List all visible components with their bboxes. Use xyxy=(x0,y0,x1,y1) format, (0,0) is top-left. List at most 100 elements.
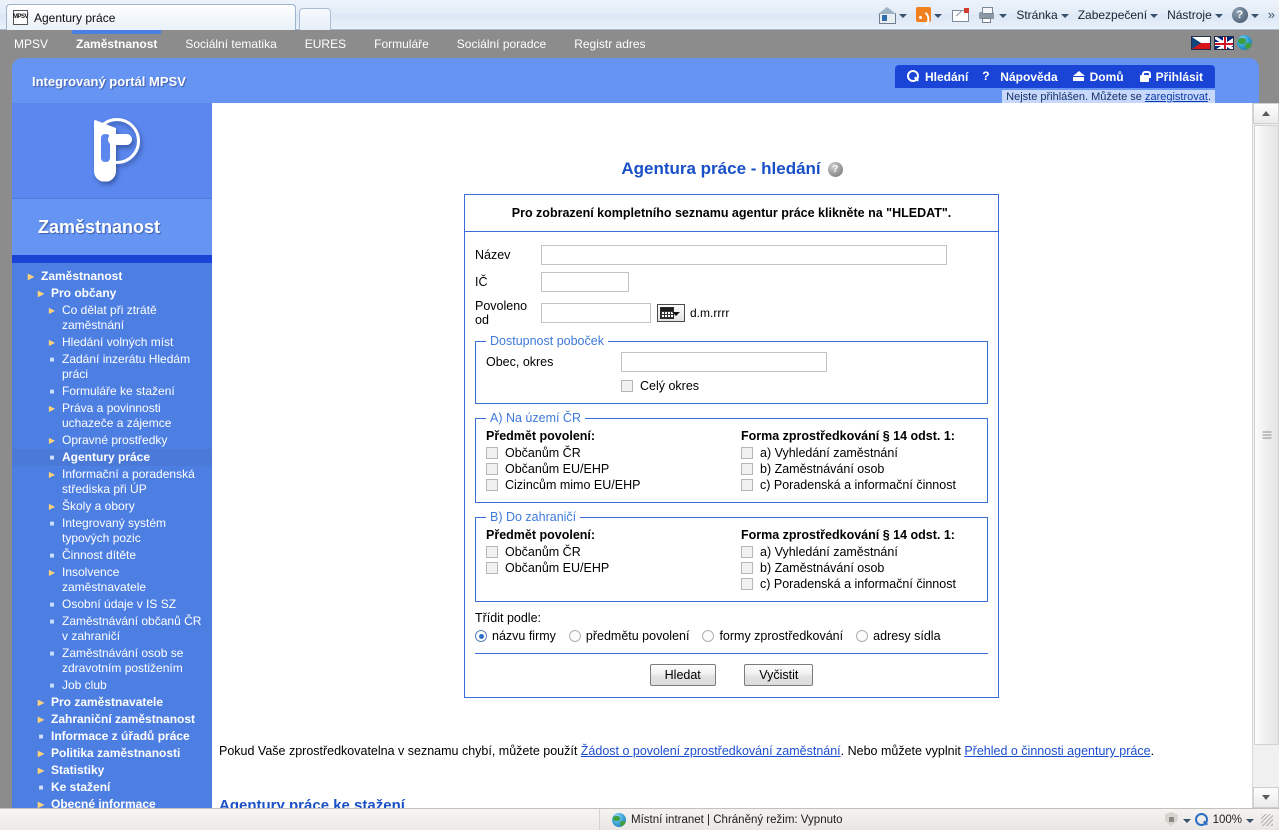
sidebar-item-23[interactable]: ■ Ke stažení xyxy=(12,779,212,796)
header-link-2[interactable]: Domů xyxy=(1072,70,1124,84)
chevron-down-icon[interactable] xyxy=(1182,818,1191,823)
nav-tab-2[interactable]: Sociální tematika xyxy=(171,30,290,58)
vertical-scrollbar[interactable] xyxy=(1252,103,1279,808)
section-a-form-checkbox-0[interactable] xyxy=(741,447,753,459)
section-a-subject-row-2[interactable]: Cizincům mimo EU/EHP xyxy=(486,478,741,492)
sidebar-item-7[interactable]: ▶ Opravné prostředky xyxy=(12,432,212,449)
calendar-picker-button[interactable] xyxy=(657,304,685,322)
section-b-form-row-1[interactable]: b) Zaměstnávání osob xyxy=(741,561,979,575)
security-menu[interactable]: Zabezpečení xyxy=(1074,4,1162,26)
sidebar-item-9[interactable]: ▶ Informační a poradenská střediska při Ú… xyxy=(12,466,212,498)
chevron-down-icon[interactable] xyxy=(1060,13,1069,18)
nav-tab-1[interactable]: Zaměstnanost xyxy=(62,30,171,58)
section-a-subject-row-0[interactable]: Občanům ČR xyxy=(486,446,741,460)
section-a-form-checkbox-1[interactable] xyxy=(741,463,753,475)
privacy-shield-icon[interactable] xyxy=(1164,812,1179,827)
mail-button[interactable] xyxy=(947,4,973,26)
section-a-subject-checkbox-2[interactable] xyxy=(486,479,498,491)
obec-input[interactable] xyxy=(621,352,827,372)
chevron-down-icon[interactable] xyxy=(1246,818,1254,823)
sidebar-item-13[interactable]: ▶ Insolvence zaměstnavatele xyxy=(12,564,212,596)
sort-option-0[interactable]: názvu firmy xyxy=(475,629,556,643)
header-link-1[interactable]: ? Nápověda xyxy=(982,70,1057,84)
security-zone[interactable]: Místní intranet | Chráněný režim: Vypnut… xyxy=(600,812,1164,827)
section-b-form-row-0[interactable]: a) Vyhledání zaměstnání xyxy=(741,545,979,559)
ic-input[interactable] xyxy=(541,272,629,292)
sidebar-item-0[interactable]: ▶ Zaměstnanost xyxy=(12,268,212,285)
feeds-button[interactable] xyxy=(912,4,946,26)
sidebar-item-8[interactable]: ■ Agentury práce xyxy=(12,449,212,466)
flag-cz-icon[interactable] xyxy=(1191,35,1211,50)
header-link-3[interactable]: Přihlásit xyxy=(1138,70,1203,84)
sidebar-item-18[interactable]: ▶ Pro zaměstnavatele xyxy=(12,694,212,711)
section-a-subject-row-1[interactable]: Občanům EU/EHP xyxy=(486,462,741,476)
flag-uk-icon[interactable] xyxy=(1214,35,1234,50)
scroll-up-button[interactable] xyxy=(1253,103,1279,124)
section-b-form-checkbox-2[interactable] xyxy=(741,578,753,590)
page-menu[interactable]: Stránka xyxy=(1012,4,1072,26)
header-link-0[interactable]: Hledání xyxy=(906,70,968,84)
nav-tab-4[interactable]: Formuláře xyxy=(360,30,443,58)
sidebar-item-16[interactable]: ■ Zaměstnávání osob se zdravotním postiže… xyxy=(12,645,212,677)
register-link[interactable]: zaregistrovat xyxy=(1145,91,1208,103)
sort-option-2[interactable]: formy zprostředkování xyxy=(702,629,843,643)
chevron-down-icon[interactable] xyxy=(999,13,1008,18)
scroll-down-button[interactable] xyxy=(1253,787,1279,808)
nav-tab-0[interactable]: MPSV xyxy=(0,30,62,58)
sidebar-item-10[interactable]: ▶ Školy a obory xyxy=(12,498,212,515)
new-tab-button[interactable] xyxy=(299,8,331,30)
sidebar-item-17[interactable]: ■ Job club xyxy=(12,677,212,694)
section-b-subject-checkbox-0[interactable] xyxy=(486,546,498,558)
sidebar-item-21[interactable]: ▶ Politika zaměstnanosti xyxy=(12,745,212,762)
sort-radio-0[interactable] xyxy=(475,630,487,642)
section-b-subject-checkbox-1[interactable] xyxy=(486,562,498,574)
nav-tab-3[interactable]: EURES xyxy=(291,30,360,58)
help-icon[interactable]: ? xyxy=(827,161,843,177)
clear-button[interactable]: Vyčistit xyxy=(744,664,814,686)
sidebar-item-3[interactable]: ▶ Hledání volných míst xyxy=(12,334,212,351)
chevron-down-icon[interactable] xyxy=(899,13,908,18)
nav-tab-5[interactable]: Sociální poradce xyxy=(443,30,560,58)
section-a-form-checkbox-2[interactable] xyxy=(741,479,753,491)
chevron-down-icon[interactable] xyxy=(934,13,943,18)
sidebar-item-22[interactable]: ▶ Statistiky xyxy=(12,762,212,779)
sort-option-3[interactable]: adresy sídla xyxy=(856,629,941,643)
sidebar-item-19[interactable]: ▶ Zahraniční zaměstnanost xyxy=(12,711,212,728)
sidebar-item-15[interactable]: ■ Zaměstnávání občanů ČR v zahraničí xyxy=(12,613,212,645)
sidebar-item-11[interactable]: ■ Integrovaný systém typových pozic xyxy=(12,515,212,547)
sidebar-item-2[interactable]: ▶ Co dělat při ztrátě zaměstnání xyxy=(12,302,212,334)
sidebar-item-14[interactable]: ■ Osobní údaje v IS SZ xyxy=(12,596,212,613)
sidebar-item-12[interactable]: ■ Činnost dítěte xyxy=(12,547,212,564)
section-b-form-checkbox-1[interactable] xyxy=(741,562,753,574)
browser-tab[interactable]: MP SV Agentury práce xyxy=(6,4,296,30)
section-b-form-checkbox-0[interactable] xyxy=(741,546,753,558)
print-button[interactable] xyxy=(974,4,1011,26)
chevron-down-icon[interactable] xyxy=(1214,13,1223,18)
sidebar-item-20[interactable]: ■ Informace z úřadů práce xyxy=(12,728,212,745)
sidebar-item-4[interactable]: ■ Zadání inzerátu Hledám práci xyxy=(12,351,212,383)
sidebar-item-24[interactable]: ▶ Obecné informace xyxy=(12,796,212,808)
home-button[interactable] xyxy=(874,4,911,26)
whole-district-row[interactable]: Celý okres xyxy=(621,379,979,393)
zoom-icon[interactable] xyxy=(1194,812,1209,827)
scrollbar-thumb[interactable] xyxy=(1254,125,1279,745)
date-input[interactable] xyxy=(541,303,651,323)
chevron-down-icon[interactable] xyxy=(1250,13,1259,18)
section-b-form-row-2[interactable]: c) Poradenská a informační činnost xyxy=(741,577,979,591)
nav-tab-6[interactable]: Registr adres xyxy=(560,30,659,58)
name-input[interactable] xyxy=(541,245,947,265)
chevron-down-icon[interactable] xyxy=(1150,13,1159,18)
section-b-subject-row-0[interactable]: Občanům ČR xyxy=(486,545,741,559)
permit-request-link[interactable]: Žádost o povolení zprostředkování zaměst… xyxy=(581,744,841,758)
resize-grip-icon[interactable] xyxy=(1261,813,1273,826)
section-a-form-row-1[interactable]: b) Zaměstnávání osob xyxy=(741,462,979,476)
section-a-subject-checkbox-0[interactable] xyxy=(486,447,498,459)
sidebar-item-5[interactable]: ■ Formuláře ke stažení xyxy=(12,383,212,400)
sidebar-item-1[interactable]: ▶ Pro občany xyxy=(12,285,212,302)
sort-radio-2[interactable] xyxy=(702,630,715,642)
section-a-subject-checkbox-1[interactable] xyxy=(486,463,498,475)
sort-radio-1[interactable] xyxy=(568,630,581,642)
search-button[interactable]: Hledat xyxy=(649,664,716,686)
sort-radio-3[interactable] xyxy=(856,630,869,642)
section-a-form-row-2[interactable]: c) Poradenská a informační činnost xyxy=(741,478,979,492)
